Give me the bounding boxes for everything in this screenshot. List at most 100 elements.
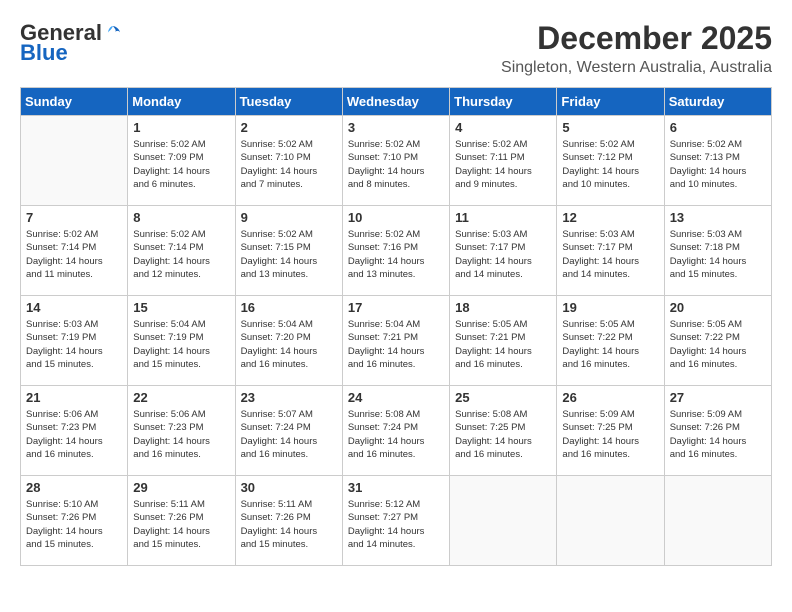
day-info: Sunrise: 5:07 AM Sunset: 7:24 PM Dayligh… bbox=[241, 408, 337, 461]
day-number: 7 bbox=[26, 210, 122, 225]
day-info: Sunrise: 5:04 AM Sunset: 7:21 PM Dayligh… bbox=[348, 318, 444, 371]
day-info: Sunrise: 5:11 AM Sunset: 7:26 PM Dayligh… bbox=[241, 498, 337, 551]
calendar-cell: 9 Sunrise: 5:02 AM Sunset: 7:15 PM Daylig… bbox=[235, 206, 342, 296]
day-number: 26 bbox=[562, 390, 658, 405]
header-tuesday: Tuesday bbox=[235, 88, 342, 116]
day-info: Sunrise: 5:02 AM Sunset: 7:14 PM Dayligh… bbox=[26, 228, 122, 281]
day-number: 16 bbox=[241, 300, 337, 315]
header-sunday: Sunday bbox=[21, 88, 128, 116]
day-info: Sunrise: 5:03 AM Sunset: 7:17 PM Dayligh… bbox=[455, 228, 551, 281]
day-number: 4 bbox=[455, 120, 551, 135]
day-number: 19 bbox=[562, 300, 658, 315]
location-title: Singleton, Western Australia, Australia bbox=[501, 59, 772, 77]
calendar-cell: 4 Sunrise: 5:02 AM Sunset: 7:11 PM Daylig… bbox=[450, 116, 557, 206]
calendar-cell: 17 Sunrise: 5:04 AM Sunset: 7:21 PM Dayli… bbox=[342, 296, 449, 386]
day-info: Sunrise: 5:02 AM Sunset: 7:10 PM Dayligh… bbox=[348, 138, 444, 191]
header-friday: Friday bbox=[557, 88, 664, 116]
page-header: General Blue December 2025 Singleton, We… bbox=[20, 20, 772, 77]
title-block: December 2025 Singleton, Western Austral… bbox=[501, 20, 772, 77]
day-number: 17 bbox=[348, 300, 444, 315]
day-number: 29 bbox=[133, 480, 229, 495]
day-number: 21 bbox=[26, 390, 122, 405]
day-number: 31 bbox=[348, 480, 444, 495]
calendar-cell bbox=[21, 116, 128, 206]
day-info: Sunrise: 5:02 AM Sunset: 7:16 PM Dayligh… bbox=[348, 228, 444, 281]
day-number: 15 bbox=[133, 300, 229, 315]
calendar-cell bbox=[450, 476, 557, 566]
calendar-cell: 30 Sunrise: 5:11 AM Sunset: 7:26 PM Dayli… bbox=[235, 476, 342, 566]
day-number: 9 bbox=[241, 210, 337, 225]
calendar-cell: 22 Sunrise: 5:06 AM Sunset: 7:23 PM Dayli… bbox=[128, 386, 235, 476]
day-info: Sunrise: 5:08 AM Sunset: 7:25 PM Dayligh… bbox=[455, 408, 551, 461]
day-info: Sunrise: 5:02 AM Sunset: 7:13 PM Dayligh… bbox=[670, 138, 766, 191]
day-info: Sunrise: 5:05 AM Sunset: 7:22 PM Dayligh… bbox=[670, 318, 766, 371]
day-number: 11 bbox=[455, 210, 551, 225]
day-info: Sunrise: 5:10 AM Sunset: 7:26 PM Dayligh… bbox=[26, 498, 122, 551]
header-wednesday: Wednesday bbox=[342, 88, 449, 116]
day-info: Sunrise: 5:02 AM Sunset: 7:10 PM Dayligh… bbox=[241, 138, 337, 191]
calendar-cell: 29 Sunrise: 5:11 AM Sunset: 7:26 PM Dayli… bbox=[128, 476, 235, 566]
calendar-cell: 27Sunrise: 5:09 AM Sunset: 7:26 PM Dayli… bbox=[664, 386, 771, 476]
day-number: 23 bbox=[241, 390, 337, 405]
calendar-cell: 5 Sunrise: 5:02 AM Sunset: 7:12 PM Daylig… bbox=[557, 116, 664, 206]
logo-blue: Blue bbox=[20, 40, 68, 66]
calendar-table: Sunday Monday Tuesday Wednesday Thursday… bbox=[20, 87, 772, 566]
calendar-cell: 3Sunrise: 5:02 AM Sunset: 7:10 PM Daylig… bbox=[342, 116, 449, 206]
day-info: Sunrise: 5:04 AM Sunset: 7:20 PM Dayligh… bbox=[241, 318, 337, 371]
day-info: Sunrise: 5:05 AM Sunset: 7:21 PM Dayligh… bbox=[455, 318, 551, 371]
calendar-cell: 18 Sunrise: 5:05 AM Sunset: 7:21 PM Dayli… bbox=[450, 296, 557, 386]
day-info: Sunrise: 5:02 AM Sunset: 7:11 PM Dayligh… bbox=[455, 138, 551, 191]
day-info: Sunrise: 5:03 AM Sunset: 7:17 PM Dayligh… bbox=[562, 228, 658, 281]
day-info: Sunrise: 5:05 AM Sunset: 7:22 PM Dayligh… bbox=[562, 318, 658, 371]
day-info: Sunrise: 5:06 AM Sunset: 7:23 PM Dayligh… bbox=[133, 408, 229, 461]
header-monday: Monday bbox=[128, 88, 235, 116]
calendar-cell: 2 Sunrise: 5:02 AM Sunset: 7:10 PM Daylig… bbox=[235, 116, 342, 206]
calendar-cell: 8Sunrise: 5:02 AM Sunset: 7:14 PM Daylig… bbox=[128, 206, 235, 296]
calendar-cell: 6 Sunrise: 5:02 AM Sunset: 7:13 PM Daylig… bbox=[664, 116, 771, 206]
header-row: Sunday Monday Tuesday Wednesday Thursday… bbox=[21, 88, 772, 116]
calendar-cell bbox=[664, 476, 771, 566]
calendar-cell: 31Sunrise: 5:12 AM Sunset: 7:27 PM Dayli… bbox=[342, 476, 449, 566]
day-info: Sunrise: 5:02 AM Sunset: 7:09 PM Dayligh… bbox=[133, 138, 229, 191]
calendar-cell: 15Sunrise: 5:04 AM Sunset: 7:19 PM Dayli… bbox=[128, 296, 235, 386]
calendar-week-1: 1 Sunrise: 5:02 AM Sunset: 7:09 PM Daylig… bbox=[21, 116, 772, 206]
day-info: Sunrise: 5:02 AM Sunset: 7:15 PM Dayligh… bbox=[241, 228, 337, 281]
calendar-cell: 11 Sunrise: 5:03 AM Sunset: 7:17 PM Dayli… bbox=[450, 206, 557, 296]
calendar-cell bbox=[557, 476, 664, 566]
day-number: 2 bbox=[241, 120, 337, 135]
calendar-cell: 13Sunrise: 5:03 AM Sunset: 7:18 PM Dayli… bbox=[664, 206, 771, 296]
calendar-cell: 14 Sunrise: 5:03 AM Sunset: 7:19 PM Dayli… bbox=[21, 296, 128, 386]
day-info: Sunrise: 5:02 AM Sunset: 7:12 PM Dayligh… bbox=[562, 138, 658, 191]
day-number: 27 bbox=[670, 390, 766, 405]
day-number: 24 bbox=[348, 390, 444, 405]
calendar-cell: 16 Sunrise: 5:04 AM Sunset: 7:20 PM Dayli… bbox=[235, 296, 342, 386]
calendar-cell: 20Sunrise: 5:05 AM Sunset: 7:22 PM Dayli… bbox=[664, 296, 771, 386]
day-info: Sunrise: 5:03 AM Sunset: 7:19 PM Dayligh… bbox=[26, 318, 122, 371]
calendar-cell: 12 Sunrise: 5:03 AM Sunset: 7:17 PM Dayli… bbox=[557, 206, 664, 296]
day-info: Sunrise: 5:03 AM Sunset: 7:18 PM Dayligh… bbox=[670, 228, 766, 281]
logo-bird-icon bbox=[104, 24, 122, 42]
calendar-cell: 26Sunrise: 5:09 AM Sunset: 7:25 PM Dayli… bbox=[557, 386, 664, 476]
calendar-cell: 10Sunrise: 5:02 AM Sunset: 7:16 PM Dayli… bbox=[342, 206, 449, 296]
header-thursday: Thursday bbox=[450, 88, 557, 116]
day-number: 30 bbox=[241, 480, 337, 495]
day-number: 5 bbox=[562, 120, 658, 135]
day-info: Sunrise: 5:11 AM Sunset: 7:26 PM Dayligh… bbox=[133, 498, 229, 551]
calendar-week-4: 21 Sunrise: 5:06 AM Sunset: 7:23 PM Dayli… bbox=[21, 386, 772, 476]
day-number: 6 bbox=[670, 120, 766, 135]
day-info: Sunrise: 5:08 AM Sunset: 7:24 PM Dayligh… bbox=[348, 408, 444, 461]
day-number: 14 bbox=[26, 300, 122, 315]
calendar-cell: 21Sunrise: 5:06 AM Sunset: 7:23 PM Dayli… bbox=[21, 386, 128, 476]
calendar-cell: 25 Sunrise: 5:08 AM Sunset: 7:25 PM Dayli… bbox=[450, 386, 557, 476]
calendar-cell: 24 Sunrise: 5:08 AM Sunset: 7:24 PM Dayli… bbox=[342, 386, 449, 476]
day-number: 25 bbox=[455, 390, 551, 405]
day-number: 18 bbox=[455, 300, 551, 315]
calendar-week-2: 7 Sunrise: 5:02 AM Sunset: 7:14 PM Daylig… bbox=[21, 206, 772, 296]
logo: General Blue bbox=[20, 20, 124, 66]
calendar-cell: 23 Sunrise: 5:07 AM Sunset: 7:24 PM Dayli… bbox=[235, 386, 342, 476]
day-info: Sunrise: 5:02 AM Sunset: 7:14 PM Dayligh… bbox=[133, 228, 229, 281]
day-number: 22 bbox=[133, 390, 229, 405]
day-number: 12 bbox=[562, 210, 658, 225]
day-number: 1 bbox=[133, 120, 229, 135]
calendar-week-3: 14 Sunrise: 5:03 AM Sunset: 7:19 PM Dayli… bbox=[21, 296, 772, 386]
